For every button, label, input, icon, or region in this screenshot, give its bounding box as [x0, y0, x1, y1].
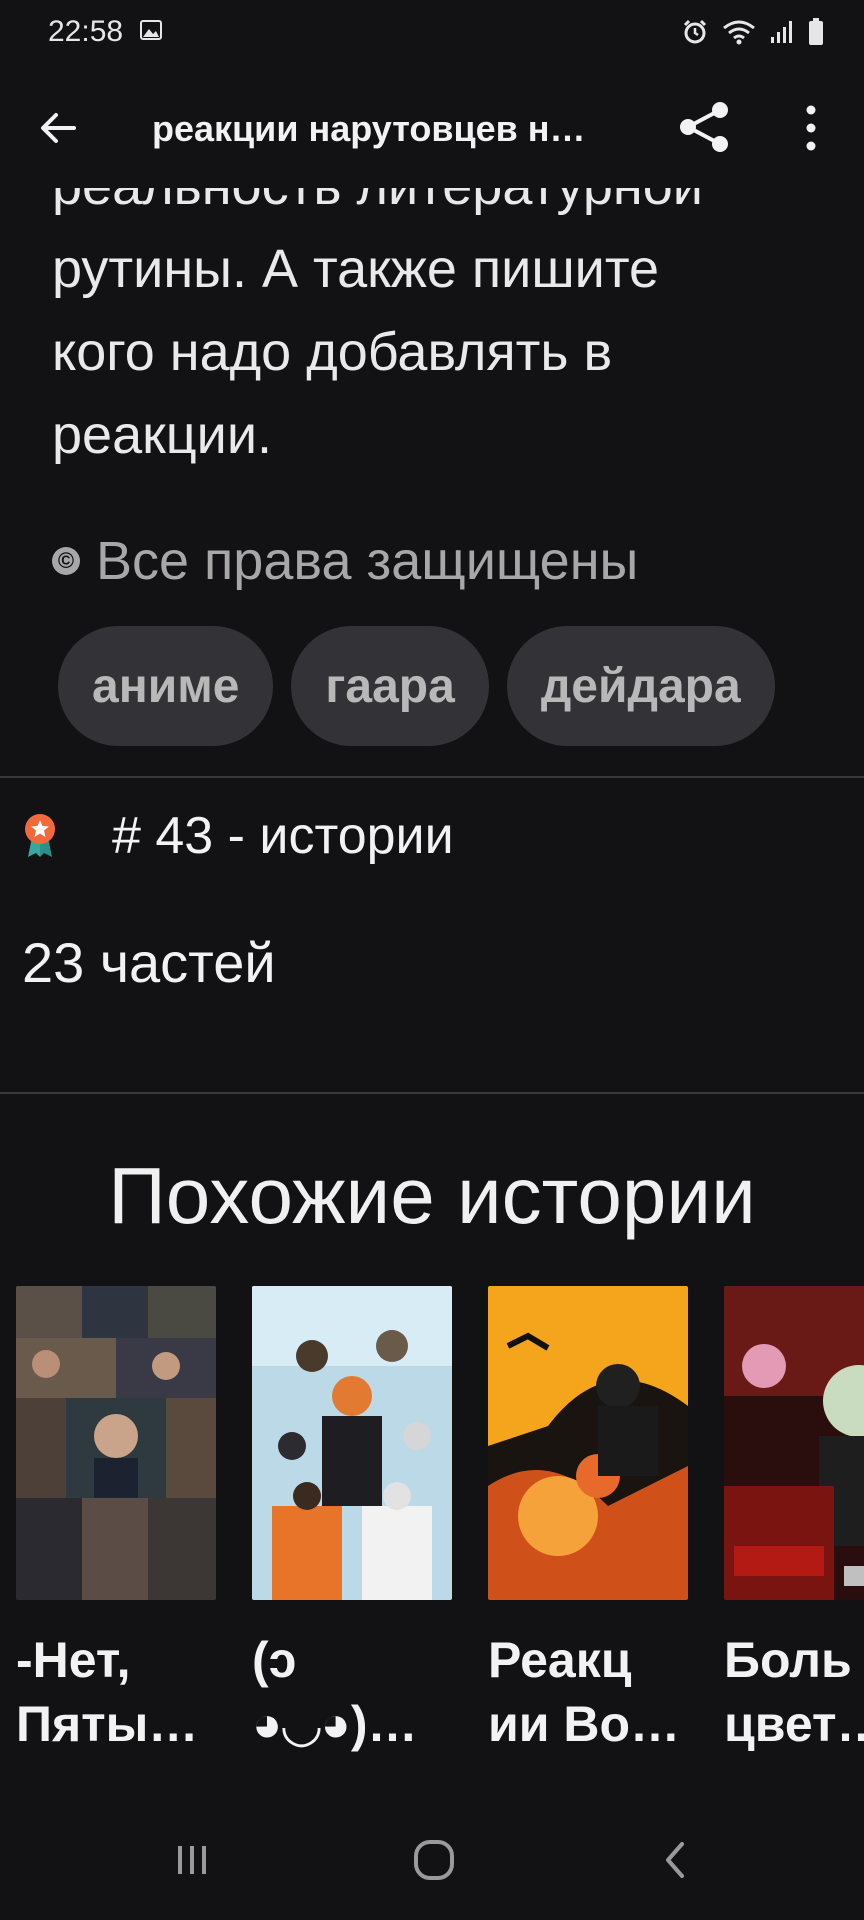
story-title: реакции нарутовцев н…: [152, 108, 586, 149]
description-line: рутины. А также пишите: [52, 239, 659, 299]
back-nav-icon[interactable]: [646, 1830, 706, 1890]
back-arrow-icon[interactable]: [34, 104, 82, 152]
story-card-title: -Нет, Пяты…: [16, 1632, 199, 1752]
description-line: реакции.: [52, 405, 272, 465]
story-cover[interactable]: [16, 1286, 216, 1600]
recent-apps-icon[interactable]: [162, 1830, 222, 1890]
story-card[interactable]: Боль цвет…: [724, 1286, 864, 1756]
tag-chip[interactable]: аниме: [58, 626, 274, 746]
story-card-title: Реакц ии Во…: [488, 1632, 681, 1752]
similar-stories-heading: Похожие истории: [108, 1151, 756, 1240]
story-card-title: Боль цвет…: [724, 1632, 864, 1752]
similar-stories-carousel[interactable]: -Нет, Пяты… (ↄ ◕◡◕)… Реакц ии Во… Боль ц…: [16, 1286, 864, 1766]
copyright-text: Все права защищены: [96, 531, 639, 591]
story-card-title: (ↄ ◕◡◕)…: [252, 1632, 418, 1752]
more-vertical-icon[interactable]: [796, 102, 826, 154]
story-card[interactable]: -Нет, Пяты…: [16, 1286, 216, 1756]
story-card[interactable]: Реакц ии Во…: [488, 1286, 688, 1756]
status-icons: [682, 18, 824, 46]
app-bar: реакции нарутовцев н…: [0, 68, 864, 188]
ranking-row[interactable]: # 43 - истории: [22, 806, 454, 866]
alarm-icon: [683, 19, 707, 44]
story-cover[interactable]: [724, 1286, 864, 1600]
status-bar: 22:58: [0, 0, 864, 68]
award-ribbon-icon: [25, 814, 55, 857]
system-navigation-bar: [0, 1800, 864, 1920]
divider: [0, 776, 864, 778]
parts-count[interactable]: 23 частей: [22, 930, 276, 995]
story-description: реальность литературной рутины. А также …: [52, 145, 812, 477]
tag-chip[interactable]: гаара: [291, 626, 489, 746]
copyright-icon: ©: [52, 547, 80, 575]
share-icon[interactable]: [676, 98, 734, 156]
home-icon[interactable]: [404, 1830, 464, 1890]
story-cover[interactable]: [488, 1286, 688, 1600]
description-line: кого надо добавлять в: [52, 322, 613, 382]
battery-icon: [809, 18, 823, 45]
story-card[interactable]: (ↄ ◕◡◕)…: [252, 1286, 452, 1756]
tag-chip[interactable]: дейдара: [506, 626, 775, 746]
wifi-icon: [723, 20, 755, 45]
divider: [0, 1092, 864, 1094]
tag-list: аниме гаара дейдара: [58, 626, 775, 746]
gallery-notification-icon: [140, 20, 162, 40]
story-cover[interactable]: [252, 1286, 452, 1600]
status-time: 22:58: [48, 15, 124, 48]
ranking-text: # 43 - истории: [112, 807, 454, 865]
signal-icon: [771, 21, 792, 43]
copyright-notice: © Все права защищены: [52, 530, 638, 592]
story-details-screen: 22:58 реакции нарутовцев н… рутины. А та…: [0, 0, 864, 1920]
